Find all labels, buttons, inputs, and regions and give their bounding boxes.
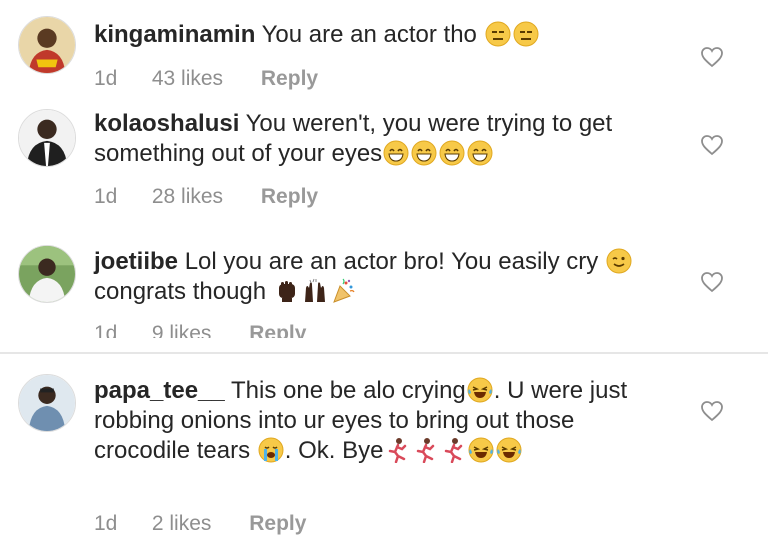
comment-body: Lol you are an actor bro! You easily cry <box>184 248 599 275</box>
screenshot-crop-edge <box>0 338 768 352</box>
party-popper-icon <box>330 278 356 304</box>
comment-body-3: . Ok. Bye <box>284 437 384 464</box>
timestamp: 1d <box>94 512 118 535</box>
comment-meta: 1d 28 likes Reply <box>94 185 318 209</box>
comment-meta: 1d 2 likes Reply <box>94 512 306 536</box>
avatar[interactable] <box>18 109 76 167</box>
raising-hands-icon <box>302 278 328 304</box>
running-man-icon <box>384 437 410 463</box>
comment-text: kolaoshalusi You weren't, you were tryin… <box>94 109 618 169</box>
avatar[interactable] <box>18 245 76 303</box>
likes-count[interactable]: 2 likes <box>152 512 212 536</box>
likes-count[interactable]: 28 likes <box>152 185 223 209</box>
reply-button[interactable]: Reply <box>249 512 306 536</box>
divider <box>0 352 768 354</box>
heart-outline-icon[interactable] <box>700 46 724 68</box>
comment-meta: 1d 43 likes Reply <box>94 67 318 91</box>
timestamp: 1d <box>94 185 118 208</box>
raised-fist-icon <box>274 278 300 304</box>
wink-emoji-icon <box>606 248 632 274</box>
laughing-tears-emoji-icon <box>468 437 494 463</box>
expressionless-emoji-icon <box>513 21 539 47</box>
grinning-emoji-icon <box>383 140 409 166</box>
grinning-emoji-icon <box>439 140 465 166</box>
likes-count[interactable]: 43 likes <box>152 67 223 91</box>
heart-outline-icon[interactable] <box>700 400 724 422</box>
comment-text: joetiibe Lol you are an actor bro! You e… <box>94 247 676 307</box>
laughing-tears-emoji-icon <box>496 437 522 463</box>
grinning-emoji-icon <box>467 140 493 166</box>
avatar[interactable] <box>18 374 76 432</box>
timestamp: 1d <box>94 67 118 90</box>
running-man-icon <box>440 437 466 463</box>
running-man-icon <box>412 437 438 463</box>
reply-button[interactable]: Reply <box>261 185 318 209</box>
comment-body: You are an actor tho <box>261 21 477 48</box>
grinning-emoji-icon <box>411 140 437 166</box>
username[interactable]: kingaminamin <box>94 21 255 48</box>
reply-button[interactable]: Reply <box>261 67 318 91</box>
laughing-tears-emoji-icon <box>467 377 493 403</box>
expressionless-emoji-icon <box>485 21 511 47</box>
heart-outline-icon[interactable] <box>700 271 724 293</box>
comment-body-2: congrats though <box>94 278 267 305</box>
comment-text: kingaminamin You are an actor tho <box>94 20 676 50</box>
heart-outline-icon[interactable] <box>700 134 724 156</box>
crying-emoji-icon <box>258 437 284 463</box>
username[interactable]: joetiibe <box>94 248 178 275</box>
comment-text: papa_tee__ This one be alo crying. U wer… <box>94 376 648 466</box>
username[interactable]: papa_tee__ <box>94 377 225 404</box>
username[interactable]: kolaoshalusi <box>94 110 239 137</box>
avatar[interactable] <box>18 16 76 74</box>
comment-body: This one be alo crying <box>230 377 466 404</box>
